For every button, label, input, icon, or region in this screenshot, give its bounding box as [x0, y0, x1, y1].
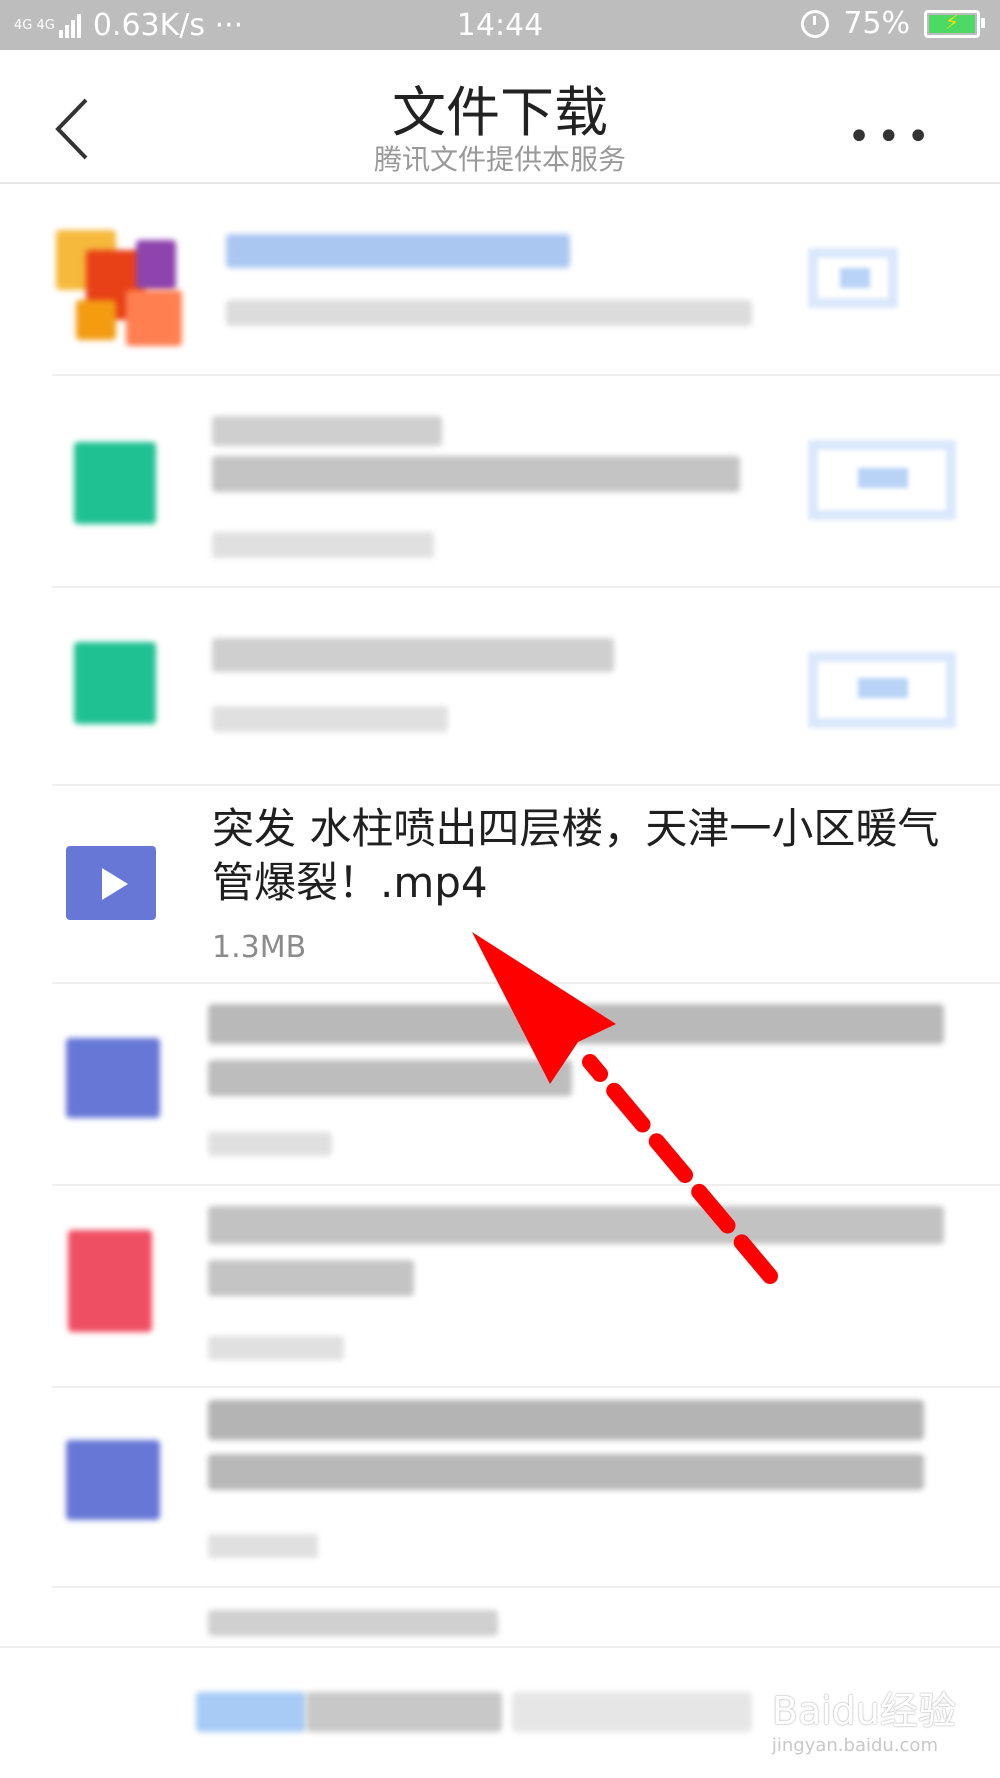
watermark-text: Baidu经验 — [771, 1689, 956, 1733]
watermark-logo: Baidu经验 jingyan.baidu.com — [772, 1680, 956, 1756]
watermark-url: jingyan.baidu.com — [771, 1735, 938, 1756]
annotation-arrow-icon — [472, 932, 778, 1284]
